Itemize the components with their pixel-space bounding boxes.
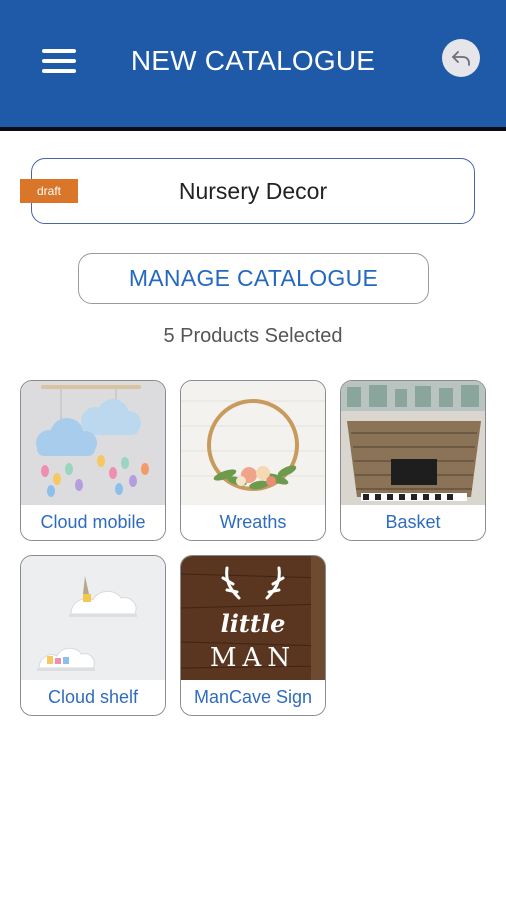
product-image-cloud-shelf xyxy=(21,556,165,680)
product-image-cloud-mobile xyxy=(21,381,165,505)
product-card-wreaths[interactable]: Wreaths xyxy=(180,380,326,541)
product-label: ManCave Sign xyxy=(181,680,325,715)
back-button[interactable] xyxy=(442,39,480,77)
product-card-mancave-sign[interactable]: little MAN ManCave Sign xyxy=(180,555,326,716)
product-label: Cloud shelf xyxy=(21,680,165,715)
product-card-cloud-mobile[interactable]: Cloud mobile xyxy=(20,380,166,541)
product-card-cloud-shelf[interactable]: Cloud shelf xyxy=(20,555,166,716)
catalogue-name-field[interactable]: Nursery Decor xyxy=(31,158,475,224)
product-label: Wreaths xyxy=(181,505,325,540)
product-label: Cloud mobile xyxy=(21,505,165,540)
products-selected-count: 5 Products Selected xyxy=(163,325,343,347)
app-screen: NEW CATALOGUE Nursery Decor draft MANAGE… xyxy=(0,0,506,900)
sign-text-man: MAN xyxy=(210,643,296,673)
product-card-basket[interactable]: Basket xyxy=(340,380,486,541)
page-title: NEW CATALOGUE xyxy=(130,45,376,76)
product-image-mancave-sign: little MAN xyxy=(181,556,325,680)
draft-status-badge: draft xyxy=(20,179,78,203)
manage-catalogue-button[interactable]: MANAGE CATALOGUE xyxy=(78,253,429,304)
product-image-wreaths xyxy=(181,381,325,505)
menu-button[interactable] xyxy=(36,42,82,80)
reply-arrow-icon xyxy=(452,51,470,66)
sign-text-little: little xyxy=(221,609,286,638)
catalogue-name: Nursery Decor xyxy=(178,177,328,204)
product-image-basket xyxy=(341,381,485,505)
product-label: Basket xyxy=(341,505,485,540)
app-header: NEW CATALOGUE xyxy=(0,0,506,131)
